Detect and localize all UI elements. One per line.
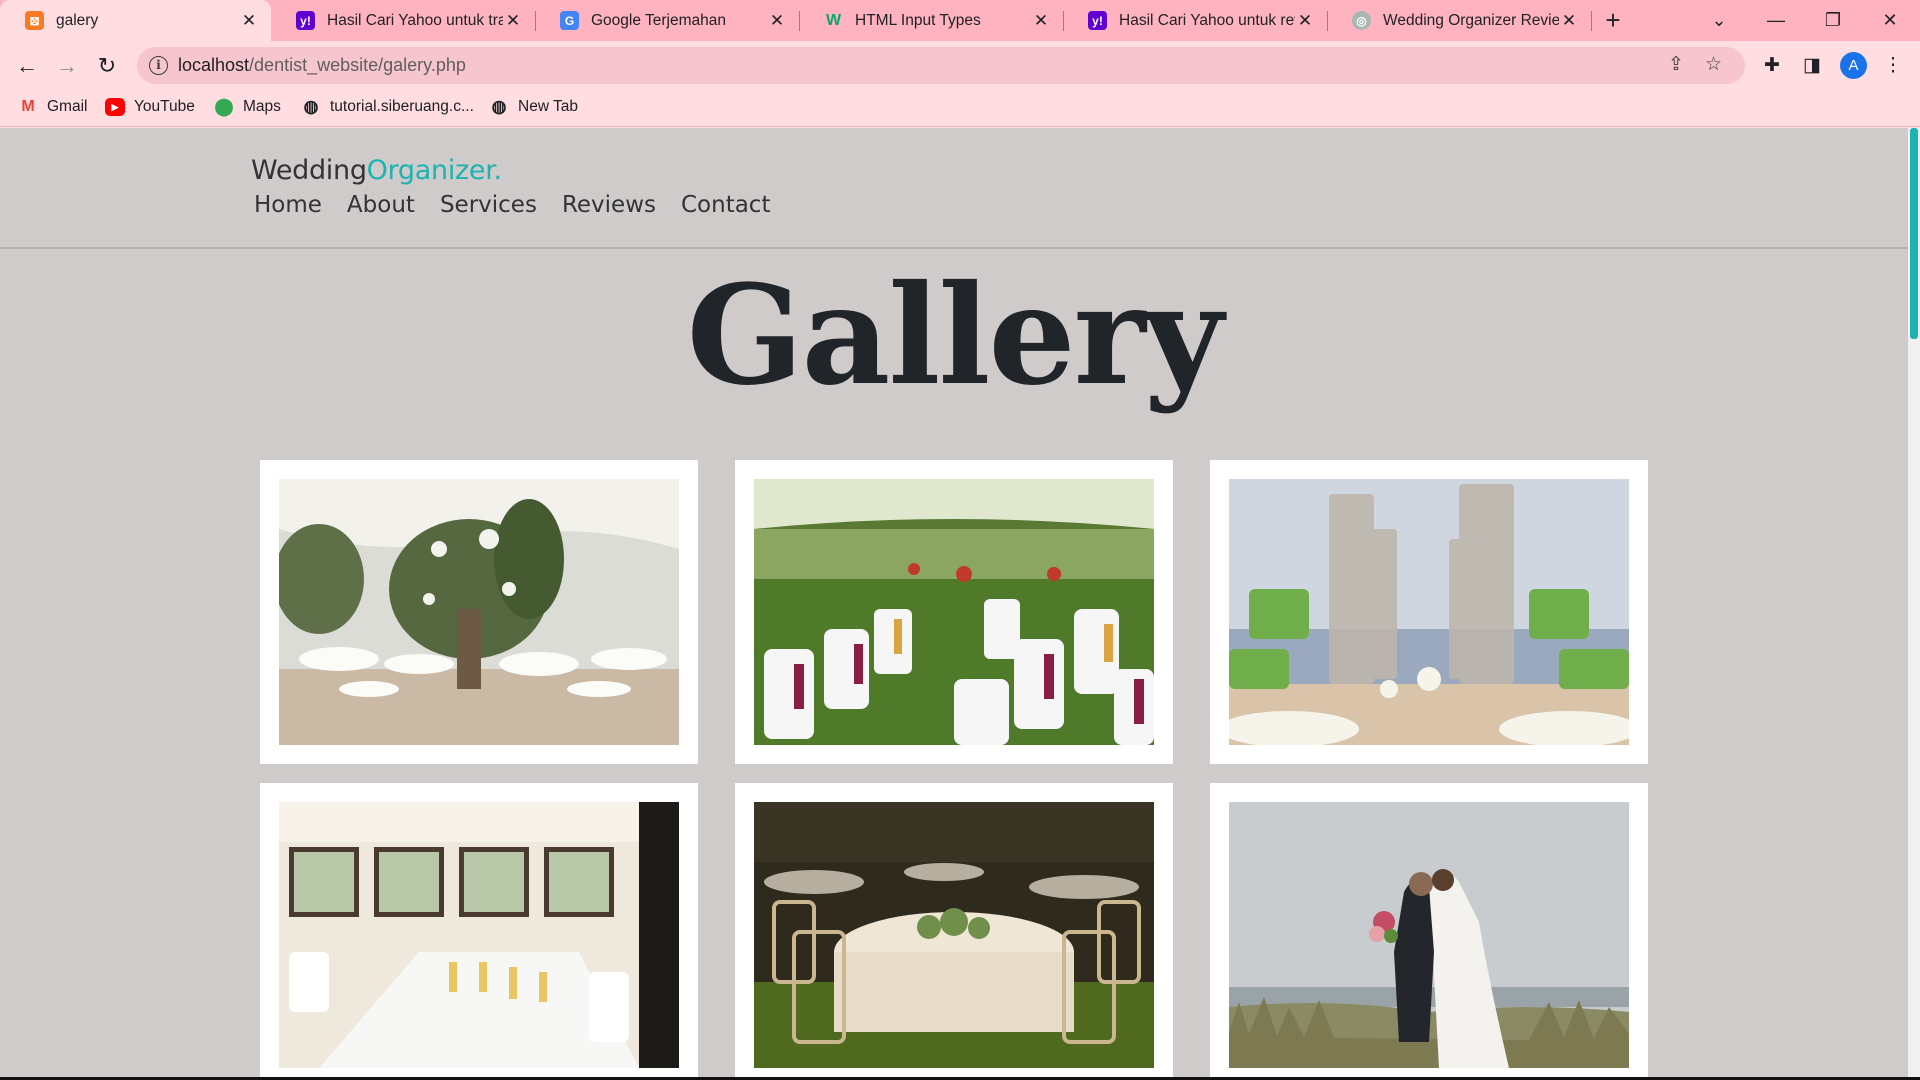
globe-icon: ◍: [303, 97, 319, 116]
tab-title: galery: [56, 11, 99, 29]
address-bar[interactable]: i localhost/dentist_website/galery.php ⇪…: [137, 47, 1745, 84]
nav-about[interactable]: About: [347, 192, 415, 218]
forward-button[interactable]: →: [52, 51, 82, 81]
tab-strip: ⊠ galery ✕ y! Hasil Cari Yahoo untuk tra…: [0, 0, 1920, 41]
nav-home[interactable]: Home: [254, 192, 322, 218]
tab-title: Hasil Cari Yahoo untuk tran: [327, 11, 503, 29]
page-scrollbar[interactable]: [1908, 128, 1920, 1080]
reload-button[interactable]: ↻: [92, 51, 122, 81]
tab-title: Wedding Organizer Review: [1383, 11, 1559, 29]
site-header: WeddingOrganizer. Home About Services Re…: [0, 128, 1908, 249]
youtube-icon: ▶: [105, 98, 125, 116]
brand-wedding: Wedding: [251, 155, 367, 186]
address-url[interactable]: localhost/dentist_website/galery.php: [178, 55, 466, 76]
gallery-card[interactable]: [735, 460, 1173, 764]
close-tab-icon[interactable]: ✕: [1295, 11, 1315, 31]
scrollbar-thumb[interactable]: [1910, 128, 1918, 339]
gallery-photo-banquet-hall[interactable]: [279, 802, 679, 1068]
gallery-card[interactable]: [1210, 460, 1648, 764]
site-nav: Home About Services Reviews Contact: [254, 192, 770, 218]
gallery-photo-garden-chairs[interactable]: [754, 479, 1154, 745]
back-button[interactable]: ←: [12, 51, 42, 81]
tab-yahoo-review[interactable]: y! Hasil Cari Yahoo untuk revi ✕: [1063, 0, 1327, 41]
gallery-photo-couple-dunes[interactable]: [1229, 802, 1629, 1068]
yahoo-icon: y!: [296, 11, 315, 30]
bookmark-gmail[interactable]: M Gmail: [18, 98, 87, 116]
gallery-photo-ceremony-arch[interactable]: [1229, 479, 1629, 745]
tab-galery[interactable]: ⊠ galery ✕: [0, 0, 271, 41]
bookmark-tutorial-siberuang[interactable]: ◍ tutorial.siberuang.c...: [301, 97, 474, 116]
nav-reviews[interactable]: Reviews: [562, 192, 656, 218]
browser-toolbar: ← → ↻ i localhost/dentist_website/galery…: [0, 41, 1920, 91]
tab-yahoo-translate[interactable]: y! Hasil Cari Yahoo untuk tran ✕: [271, 0, 535, 41]
gmail-icon: M: [21, 98, 35, 115]
gallery-photo-tent-reception[interactable]: [279, 479, 679, 745]
minimize-button[interactable]: —: [1756, 4, 1796, 36]
gallery-card[interactable]: [735, 783, 1173, 1080]
globe-icon: ◍: [491, 97, 507, 116]
url-host: localhost: [178, 55, 250, 75]
bookmark-label: YouTube: [134, 98, 195, 115]
yahoo-icon: y!: [1088, 11, 1107, 30]
close-tab-icon[interactable]: ✕: [503, 11, 523, 31]
bookmark-label: New Tab: [518, 98, 579, 115]
bookmarks-bar: M Gmail ▶ YouTube ⬤ Maps ◍ tutorial.sibe…: [0, 91, 1920, 127]
side-panel-icon[interactable]: ◨: [1797, 51, 1827, 81]
xampp-icon: ⊠: [25, 11, 44, 30]
menu-kebab-icon[interactable]: ⋮: [1878, 51, 1908, 81]
bookmark-label: tutorial.siberuang.c...: [330, 98, 474, 115]
close-tab-icon[interactable]: ✕: [239, 11, 259, 31]
share-icon[interactable]: ⇪: [1668, 53, 1684, 76]
extensions-puzzle-icon[interactable]: ✚: [1757, 51, 1787, 81]
page-viewport: WeddingOrganizer. Home About Services Re…: [0, 128, 1920, 1080]
nav-services[interactable]: Services: [440, 192, 537, 218]
tab-wedding-organizer-review[interactable]: ◎ Wedding Organizer Review ✕: [1327, 0, 1591, 41]
gallery-title: Gallery: [686, 255, 1224, 416]
gallery-card[interactable]: [260, 783, 698, 1080]
close-window-button[interactable]: ✕: [1870, 4, 1910, 36]
google-translate-icon: G: [560, 11, 579, 30]
w3schools-icon: W: [825, 11, 842, 29]
tab-search-chevron-icon[interactable]: ⌄: [1699, 4, 1739, 36]
gallery-card[interactable]: [1210, 783, 1648, 1080]
restore-button[interactable]: ❐: [1813, 4, 1853, 36]
site-logo[interactable]: WeddingOrganizer.: [251, 155, 502, 186]
brand-organizer: Organizer.: [366, 155, 502, 186]
url-path: /dentist_website/galery.php: [249, 55, 466, 75]
bookmark-label: Maps: [243, 98, 281, 115]
tab-title: Google Terjemahan: [591, 11, 726, 29]
close-tab-icon[interactable]: ✕: [1559, 11, 1579, 31]
tab-title: Hasil Cari Yahoo untuk revi: [1119, 11, 1295, 29]
bookmark-new-tab[interactable]: ◍ New Tab: [489, 97, 579, 116]
tab-html-input-types[interactable]: W HTML Input Types ✕: [799, 0, 1063, 41]
tab-title: HTML Input Types: [855, 11, 981, 29]
close-tab-icon[interactable]: ✕: [767, 11, 787, 31]
tab-google-translate[interactable]: G Google Terjemahan ✕: [535, 0, 799, 41]
chatgpt-icon: ◎: [1352, 11, 1371, 30]
bookmark-star-icon[interactable]: ☆: [1705, 53, 1722, 76]
bookmark-youtube[interactable]: ▶ YouTube: [105, 98, 195, 116]
gallery-card[interactable]: [260, 460, 698, 764]
maps-icon: ⬤: [214, 97, 234, 116]
gallery-photo-round-table[interactable]: [754, 802, 1154, 1068]
tab-separator: [1591, 11, 1592, 31]
profile-avatar[interactable]: A: [1840, 52, 1867, 79]
nav-contact[interactable]: Contact: [681, 192, 770, 218]
new-tab-button[interactable]: +: [1598, 6, 1628, 36]
bookmark-maps[interactable]: ⬤ Maps: [214, 97, 281, 116]
close-tab-icon[interactable]: ✕: [1031, 11, 1051, 31]
bookmark-label: Gmail: [47, 98, 88, 115]
site-info-icon[interactable]: i: [149, 56, 168, 75]
